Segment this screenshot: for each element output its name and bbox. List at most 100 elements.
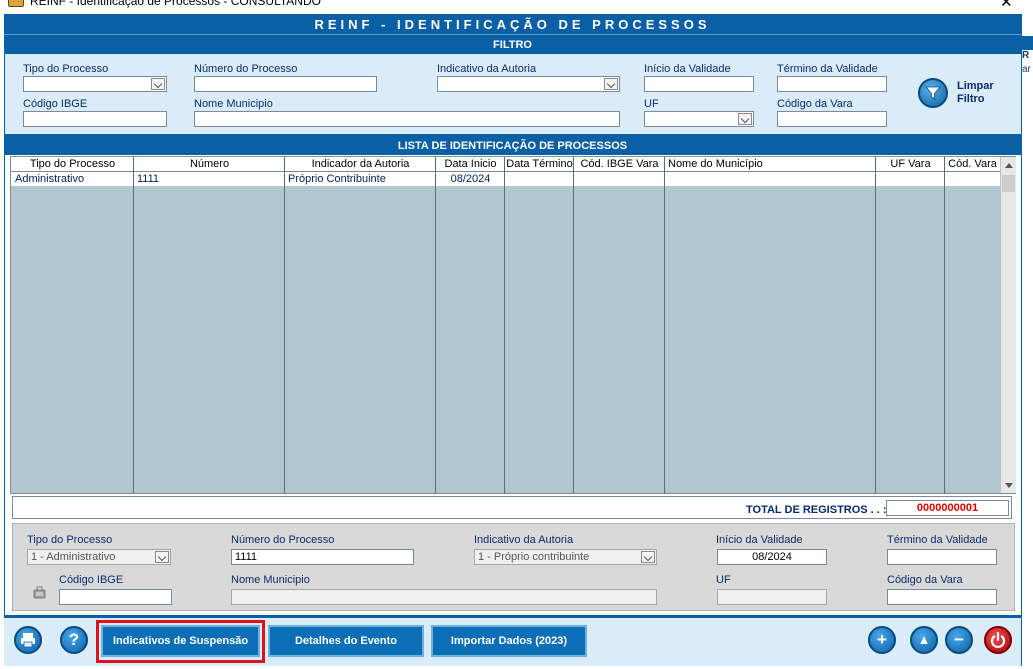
filter-numero-processo-input[interactable] bbox=[194, 76, 377, 92]
detail-codigo-ibge-label: Código IBGE bbox=[59, 574, 124, 586]
total-records-label: TOTAL DE REGISTROS . . : bbox=[746, 504, 887, 516]
table-cell[interactable]: Próprio Contribuinte bbox=[288, 173, 386, 185]
detail-termino-validade-label: Término da Validade bbox=[887, 534, 988, 546]
filter-termino-validade-label: Término da Validade bbox=[777, 63, 878, 75]
minus-icon: − bbox=[954, 630, 964, 649]
column-header-indicador-autoria[interactable]: Indicador da Autoria bbox=[285, 158, 436, 170]
highlight-box bbox=[96, 620, 265, 663]
detail-inicio-validade-input[interactable]: 08/2024 bbox=[717, 549, 827, 565]
table-cell[interactable]: 1111 bbox=[137, 173, 159, 185]
column-divider bbox=[665, 157, 876, 493]
process-table[interactable]: Tipo do Processo Número Indicador da Aut… bbox=[10, 156, 1016, 494]
filter-codigo-vara-input[interactable] bbox=[777, 111, 887, 127]
column-header-cod-vara[interactable]: Cód. Vara bbox=[945, 158, 1000, 170]
column-header-data-termino[interactable]: Data Término bbox=[505, 158, 574, 170]
scroll-down-icon[interactable] bbox=[1005, 483, 1013, 488]
table-cell[interactable]: 08/2024 bbox=[436, 173, 505, 185]
importar-dados-button[interactable]: Importar Dados (2023) bbox=[431, 625, 587, 657]
background-window-strip: R ar bbox=[1021, 14, 1033, 614]
detail-indicativo-autoria-label: Indicativo da Autoria bbox=[474, 534, 574, 546]
chevron-down-icon bbox=[155, 551, 169, 563]
detail-codigo-vara-input[interactable] bbox=[887, 589, 997, 605]
column-header-numero[interactable]: Número bbox=[134, 158, 285, 170]
move-up-button[interactable]: ▲ bbox=[910, 626, 938, 654]
filter-nome-municipio-label: Nome Municipio bbox=[194, 98, 273, 110]
window-titlebar: REINF - Identificação de Processos - CON… bbox=[0, 0, 1033, 11]
remove-button[interactable]: − bbox=[945, 626, 973, 654]
clear-filter-label-line1: Limpar bbox=[957, 80, 994, 92]
column-divider bbox=[436, 157, 505, 493]
filter-uf-select[interactable] bbox=[644, 111, 754, 127]
column-header-cod-ibge-vara[interactable]: Cód. IBGE Vara bbox=[574, 158, 665, 170]
filter-codigo-vara-label: Código da Vara bbox=[777, 98, 853, 110]
power-icon bbox=[990, 631, 1006, 648]
detail-indicativo-autoria-select: 1 - Próprio contribuinte bbox=[474, 549, 657, 565]
detail-termino-validade-input[interactable] bbox=[887, 549, 997, 565]
filter-codigo-ibge-label: Código IBGE bbox=[23, 98, 88, 110]
funnel-icon bbox=[925, 86, 941, 100]
add-button[interactable]: + bbox=[868, 626, 896, 654]
clear-filter-label-line2: Filtro bbox=[957, 93, 985, 105]
detail-inicio-validade-label: Início da Validade bbox=[716, 534, 803, 546]
detalhes-evento-button[interactable]: Detalhes do Evento bbox=[268, 625, 424, 657]
background-window-text: R bbox=[1022, 50, 1030, 61]
filter-tipo-processo-select[interactable] bbox=[23, 76, 167, 92]
detail-numero-processo-label: Número do Processo bbox=[231, 534, 335, 546]
chevron-down-icon[interactable] bbox=[738, 113, 752, 125]
column-header-tipo-processo[interactable]: Tipo do Processo bbox=[11, 158, 134, 170]
detail-tipo-processo-select: 1 - Administrativo bbox=[27, 549, 171, 565]
plus-icon: + bbox=[877, 630, 887, 649]
detail-numero-processo-input[interactable]: 1111 bbox=[231, 549, 414, 565]
question-icon: ? bbox=[68, 630, 80, 649]
total-records-value: 0000000001 bbox=[886, 500, 1009, 516]
print-button[interactable] bbox=[14, 626, 42, 654]
column-header-uf-vara[interactable]: UF Vara bbox=[876, 158, 945, 170]
detail-uf-label: UF bbox=[716, 574, 731, 586]
chevron-down-icon bbox=[641, 551, 655, 563]
list-section-title: LISTA DE IDENTIFICAÇÃO DE PROCESSOS bbox=[4, 137, 1021, 155]
detail-uf-input bbox=[717, 589, 827, 605]
column-divider bbox=[876, 157, 945, 493]
detail-tipo-processo-label: Tipo do Processo bbox=[27, 534, 113, 546]
app-icon bbox=[8, 0, 24, 7]
column-divider bbox=[574, 157, 665, 493]
chevron-down-icon[interactable] bbox=[604, 78, 618, 90]
filter-indicativo-autoria-select[interactable] bbox=[437, 76, 620, 92]
filter-inicio-validade-label: Início da Validade bbox=[644, 63, 731, 75]
exit-button[interactable] bbox=[984, 626, 1012, 654]
filter-section-title: FILTRO bbox=[4, 36, 1021, 54]
background-window-bar bbox=[1021, 36, 1033, 50]
filter-nome-municipio-input[interactable] bbox=[194, 111, 620, 127]
detail-nome-municipio-label: Nome Municipio bbox=[231, 574, 310, 586]
filter-numero-processo-label: Número do Processo bbox=[194, 63, 298, 75]
fingerprint-icon[interactable] bbox=[32, 584, 48, 600]
filter-uf-label: UF bbox=[644, 98, 659, 110]
window-title: REINF - Identificação de Processos - CON… bbox=[30, 0, 321, 8]
arrow-up-icon: ▲ bbox=[917, 632, 931, 647]
filter-tipo-processo-label: Tipo do Processo bbox=[23, 63, 109, 75]
column-divider bbox=[285, 157, 436, 493]
clear-filter-button[interactable] bbox=[918, 78, 948, 108]
table-cell[interactable]: Administrativo bbox=[15, 173, 84, 185]
chevron-down-icon[interactable] bbox=[151, 78, 165, 90]
column-header-nome-municipio[interactable]: Nome do Município bbox=[668, 158, 763, 170]
column-divider bbox=[505, 157, 574, 493]
scroll-thumb[interactable] bbox=[1002, 175, 1015, 192]
clear-filter-label[interactable]: Limpar Filtro bbox=[957, 80, 994, 106]
vertical-scrollbar[interactable] bbox=[1000, 157, 1016, 493]
filter-inicio-validade-input[interactable] bbox=[644, 76, 754, 92]
print-icon bbox=[21, 633, 35, 648]
close-icon[interactable]: ✕ bbox=[1000, 0, 1013, 11]
scroll-up-icon[interactable] bbox=[1005, 163, 1013, 168]
column-divider bbox=[11, 157, 134, 493]
filter-indicativo-autoria-label: Indicativo da Autoria bbox=[437, 63, 537, 75]
detail-codigo-vara-label: Código da Vara bbox=[887, 574, 963, 586]
column-header-data-inicio[interactable]: Data Inicio bbox=[436, 158, 505, 170]
filter-termino-validade-input[interactable] bbox=[777, 76, 887, 92]
detail-codigo-ibge-input[interactable] bbox=[59, 589, 172, 605]
filter-codigo-ibge-input[interactable] bbox=[23, 111, 167, 127]
column-divider bbox=[134, 157, 285, 493]
detail-nome-municipio-input bbox=[231, 589, 657, 605]
background-window-text-2: ar bbox=[1022, 64, 1031, 75]
help-button[interactable]: ? bbox=[60, 626, 88, 654]
